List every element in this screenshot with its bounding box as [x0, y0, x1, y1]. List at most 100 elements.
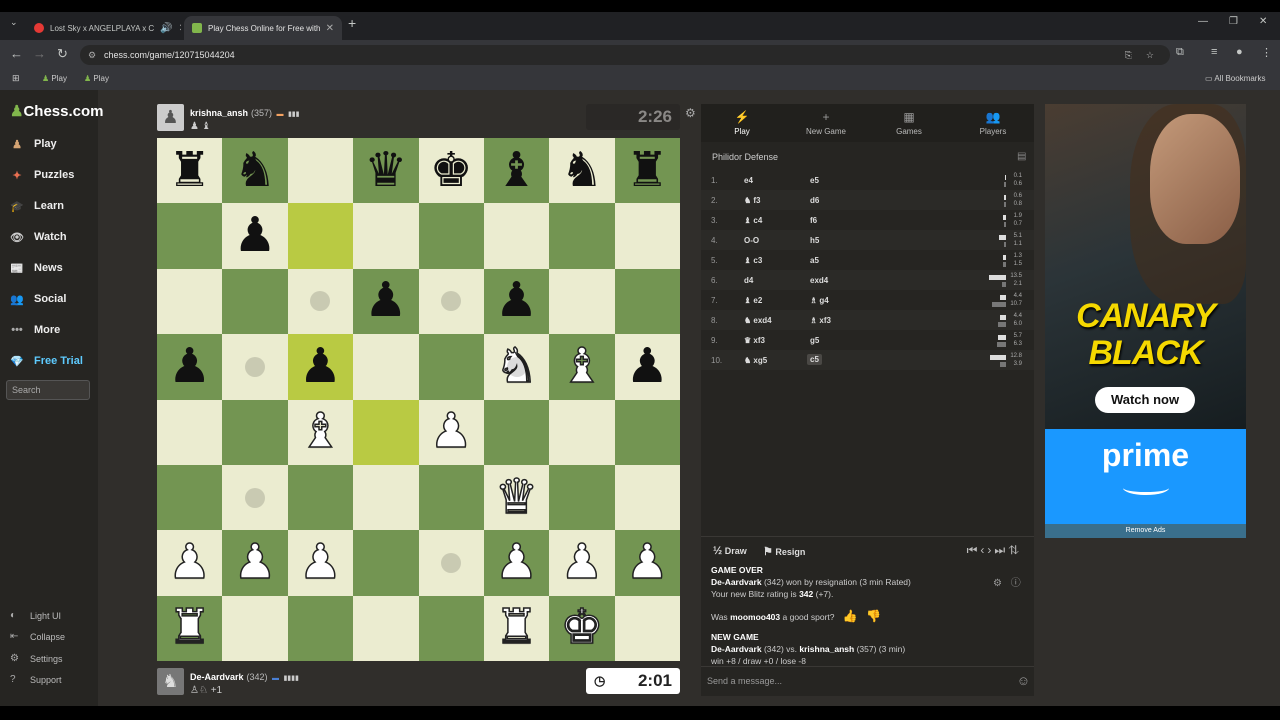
avatar[interactable]: ♞ — [157, 667, 184, 695]
board-square[interactable] — [418, 530, 484, 596]
last-move-icon[interactable]: ⏭ — [994, 543, 1008, 557]
top-player-name[interactable]: krishna_ansh — [190, 108, 248, 118]
black-pawn-icon[interactable]: ♟ — [234, 212, 277, 260]
board-square[interactable]: ♟ — [483, 530, 550, 596]
black-move[interactable]: ♗ g4 — [810, 296, 829, 305]
white-move[interactable]: e4 — [744, 176, 753, 185]
white-move[interactable]: ♝ c3 — [744, 256, 762, 265]
bookmark-play-1[interactable]: ♟ Play — [42, 74, 67, 83]
board-square[interactable]: ♟ — [222, 203, 288, 269]
black-king-icon[interactable]: ♚ — [430, 146, 473, 195]
black-move[interactable]: exd4 — [810, 276, 828, 285]
move-hint-dot[interactable] — [245, 487, 266, 508]
site-info-icon[interactable]: ⚙ — [88, 45, 96, 65]
move-hint-dot[interactable] — [245, 356, 266, 377]
sidebar-item-more[interactable]: ••• More — [8, 320, 60, 340]
install-app-icon[interactable]: ⎘ — [1125, 45, 1132, 65]
move-hint-dot[interactable] — [506, 356, 527, 377]
sidebar-item-news[interactable]: 📰 News — [8, 258, 63, 278]
new-tab-button[interactable]: + — [348, 15, 356, 31]
white-rook-icon[interactable]: ♜ — [167, 603, 212, 653]
board-square[interactable] — [418, 203, 484, 269]
tab-games[interactable]: ▦ Games — [874, 110, 944, 136]
board-square[interactable]: ♟ — [287, 530, 354, 596]
browser-tab-chess[interactable]: Play Chess Online for Free with ✕ — [184, 16, 342, 40]
move-hint-dot[interactable] — [441, 552, 462, 573]
reload-icon[interactable]: ↻ — [57, 46, 68, 62]
board-square[interactable]: ♞ — [549, 138, 615, 204]
black-pawn-icon[interactable]: ♟ — [495, 277, 538, 325]
advertisement[interactable]: CANARY BLACK Watch now prime — [1045, 104, 1246, 524]
report-icon[interactable]: ⚙ — [993, 578, 1002, 589]
board-square[interactable] — [222, 464, 288, 531]
tab-new-game[interactable]: + New Game — [791, 110, 861, 136]
sidebar-item-free-trial[interactable]: 💎 Free Trial — [8, 351, 83, 371]
board-square[interactable]: ♚ — [418, 138, 484, 204]
tab-play[interactable]: ⚡ Play — [707, 110, 777, 136]
board-square[interactable]: ♝ — [483, 138, 550, 204]
black-move[interactable]: d6 — [810, 196, 819, 205]
sidebar-light-ui[interactable]: ◐ Light UI — [10, 610, 61, 621]
black-bishop-icon[interactable]: ♝ — [495, 146, 538, 195]
draw-button[interactable]: ½ Draw — [713, 545, 747, 557]
board-square[interactable] — [157, 268, 223, 335]
bookmark-play-2[interactable]: ♟ Play — [84, 74, 109, 83]
board-square[interactable] — [614, 464, 680, 531]
board-square[interactable] — [287, 464, 354, 531]
sidebar-collapse[interactable]: ⇤ Collapse — [10, 631, 65, 642]
board-square[interactable] — [222, 399, 288, 465]
sidebar-settings[interactable]: ⚙ Settings — [10, 653, 63, 664]
board-square[interactable]: ♟ — [287, 334, 354, 400]
opening-name[interactable]: Philidor Defense — [712, 152, 778, 162]
black-move[interactable]: a5 — [810, 256, 819, 265]
white-pawn-icon[interactable]: ♟ — [429, 407, 474, 457]
board-square[interactable] — [549, 399, 615, 465]
chess-logo[interactable]: ♟Chess.com — [10, 102, 104, 120]
tab-players[interactable]: 👥 Players — [958, 110, 1028, 136]
resign-button[interactable]: ⚑ Resign — [763, 545, 805, 558]
white-pawn-icon[interactable]: ♟ — [560, 538, 605, 588]
board-square[interactable]: ♜ — [157, 138, 223, 204]
board-square[interactable] — [614, 399, 680, 465]
board-square[interactable]: ♛ — [483, 464, 550, 531]
white-bishop-icon[interactable]: ♝ — [560, 342, 605, 392]
board-square[interactable]: ♛ — [353, 138, 419, 204]
board-square[interactable] — [353, 464, 419, 531]
board-square[interactable] — [418, 334, 484, 400]
board-square[interactable] — [353, 595, 419, 661]
bookmark-star-icon[interactable]: ☆ — [1146, 45, 1154, 65]
board-square[interactable]: ♟ — [222, 530, 288, 596]
white-move[interactable]: ♞ exd4 — [744, 316, 772, 325]
avatar[interactable]: ♟ — [157, 103, 184, 131]
tab-close-icon[interactable]: ✕ — [179, 23, 181, 34]
white-king-icon[interactable]: ♚ — [560, 603, 605, 653]
board-square[interactable] — [353, 334, 419, 400]
black-pawn-icon[interactable]: ♟ — [299, 342, 342, 391]
white-bishop-icon[interactable]: ♝ — [298, 407, 343, 457]
board-square[interactable]: ♟ — [483, 268, 550, 335]
black-pawn-icon[interactable]: ♟ — [168, 342, 211, 391]
board-square[interactable]: ♚ — [549, 595, 615, 661]
board-square[interactable] — [549, 464, 615, 531]
board-square[interactable]: ♞ — [222, 138, 288, 204]
maximize-icon[interactable]: ❐ — [1229, 16, 1238, 27]
board-square[interactable] — [418, 595, 484, 661]
board-square[interactable] — [222, 334, 288, 400]
board-square[interactable] — [549, 203, 615, 269]
sport-name[interactable]: moomoo403 — [730, 612, 780, 622]
white-pawn-icon[interactable]: ♟ — [625, 538, 670, 588]
board-square[interactable]: ♟ — [353, 268, 419, 335]
white-move[interactable]: ♞ xg5 — [744, 356, 767, 365]
board-square[interactable]: ♟ — [614, 334, 680, 400]
black-move[interactable]: g5 — [810, 336, 819, 345]
flip-board-icon[interactable]: ⇅ — [1008, 543, 1022, 557]
white-rook-icon[interactable]: ♜ — [494, 603, 539, 653]
board-square[interactable]: ♟ — [418, 399, 484, 465]
board-square[interactable] — [483, 203, 550, 269]
board-square[interactable]: ♞ — [483, 334, 550, 400]
board-settings-icon[interactable]: ⚙ — [685, 106, 696, 120]
new-game-player-1[interactable]: De-Aardvark — [711, 644, 762, 654]
apps-icon[interactable]: ⊞ — [12, 73, 20, 84]
board-square[interactable] — [157, 203, 223, 269]
board-square[interactable]: ♝ — [549, 334, 615, 400]
